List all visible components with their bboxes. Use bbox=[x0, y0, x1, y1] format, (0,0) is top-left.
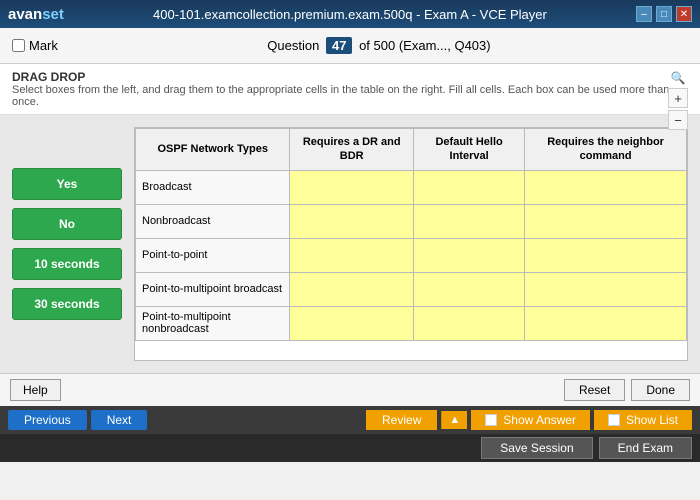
col-header-dr-bdr: Requires a DR and BDR bbox=[290, 129, 414, 171]
col-header-neighbor: Requires the neighbor command bbox=[525, 129, 687, 171]
col-header-ospf: OSPF Network Types bbox=[136, 129, 290, 171]
table-row: Point-to-multipoint nonbroadcast bbox=[136, 306, 687, 340]
drag-drop-label: DRAG DROP bbox=[12, 70, 688, 84]
exam-info: (Exam..., Q403) bbox=[399, 38, 491, 53]
mark-checkbox-container[interactable]: Mark bbox=[12, 38, 58, 53]
logo-text-1: avan bbox=[8, 6, 42, 23]
title-bar: avanset 400-101.examcollection.premium.e… bbox=[0, 0, 700, 28]
help-button[interactable]: Help bbox=[10, 379, 61, 401]
drop-cell-ptmpnb-neighbor[interactable] bbox=[525, 306, 687, 340]
done-button[interactable]: Done bbox=[631, 379, 690, 401]
drag-drop-description: Select boxes from the left, and drag the… bbox=[12, 84, 688, 108]
review-button[interactable]: Review bbox=[366, 410, 437, 430]
row-label-broadcast: Broadcast bbox=[136, 170, 290, 204]
drag-box-10seconds[interactable]: 10 seconds bbox=[12, 248, 122, 280]
drag-box-no[interactable]: No bbox=[12, 208, 122, 240]
close-button[interactable]: ✕ bbox=[676, 6, 692, 22]
window-title: 400-101.examcollection.premium.exam.500q… bbox=[153, 7, 547, 22]
minimize-button[interactable]: – bbox=[636, 6, 652, 22]
table-row: Broadcast bbox=[136, 170, 687, 204]
show-answer-checkbox bbox=[485, 414, 497, 426]
drag-box-30seconds[interactable]: 30 seconds bbox=[12, 288, 122, 320]
reset-button[interactable]: Reset bbox=[564, 379, 625, 401]
row-label-ptmp-nonbroadcast: Point-to-multipoint nonbroadcast bbox=[136, 306, 290, 340]
table-row: Nonbroadcast bbox=[136, 204, 687, 238]
end-exam-button[interactable]: End Exam bbox=[599, 437, 692, 459]
drag-box-yes[interactable]: Yes bbox=[12, 168, 122, 200]
search-icon[interactable]: 🔍 bbox=[668, 70, 688, 86]
next-button[interactable]: Next bbox=[91, 410, 148, 430]
zoom-controls[interactable]: 🔍 + − bbox=[668, 70, 688, 130]
drop-cell-nonbroadcast-dr[interactable] bbox=[290, 204, 414, 238]
table-row: Point-to-point bbox=[136, 238, 687, 272]
logo-text-2: set bbox=[42, 6, 64, 23]
drop-cell-ptmpnb-dr[interactable] bbox=[290, 306, 414, 340]
header-row: Mark Question 47 of 500 (Exam..., Q403) bbox=[0, 28, 700, 64]
show-list-label: Show List bbox=[626, 413, 678, 427]
drop-cell-ptmpnb-hello[interactable] bbox=[414, 306, 525, 340]
nav-bar: Previous Next Review ▲ Show Answer Show … bbox=[0, 406, 700, 434]
drop-cell-ptp-dr[interactable] bbox=[290, 238, 414, 272]
right-buttons: Reset Done bbox=[564, 379, 690, 401]
drag-boxes-panel: Yes No 10 seconds 30 seconds bbox=[12, 127, 122, 361]
drop-cell-ptmpb-dr[interactable] bbox=[290, 272, 414, 306]
main-content: Yes No 10 seconds 30 seconds OSPF Networ… bbox=[0, 115, 700, 373]
app-logo: avanset bbox=[8, 6, 64, 23]
window-controls[interactable]: – □ ✕ bbox=[636, 6, 692, 22]
drop-cell-ptmpb-hello[interactable] bbox=[414, 272, 525, 306]
drop-cell-nonbroadcast-hello[interactable] bbox=[414, 204, 525, 238]
drag-table: OSPF Network Types Requires a DR and BDR… bbox=[135, 128, 687, 341]
maximize-button[interactable]: □ bbox=[656, 6, 672, 22]
show-list-button[interactable]: Show List bbox=[594, 410, 692, 430]
question-label: Question bbox=[267, 38, 319, 53]
zoom-in-button[interactable]: + bbox=[668, 88, 688, 108]
save-session-button[interactable]: Save Session bbox=[481, 437, 592, 459]
drop-cell-nonbroadcast-neighbor[interactable] bbox=[525, 204, 687, 238]
previous-button[interactable]: Previous bbox=[8, 410, 87, 430]
zoom-out-button[interactable]: − bbox=[668, 110, 688, 130]
mark-checkbox[interactable] bbox=[12, 39, 25, 52]
show-list-checkbox bbox=[608, 414, 620, 426]
drop-cell-ptmpb-neighbor[interactable] bbox=[525, 272, 687, 306]
instruction-area: DRAG DROP Select boxes from the left, an… bbox=[0, 64, 700, 115]
drop-cell-broadcast-dr[interactable] bbox=[290, 170, 414, 204]
review-arrow-button[interactable]: ▲ bbox=[441, 411, 467, 429]
show-answer-button[interactable]: Show Answer bbox=[471, 410, 590, 430]
row-label-point-to-point: Point-to-point bbox=[136, 238, 290, 272]
drop-cell-broadcast-neighbor[interactable] bbox=[525, 170, 687, 204]
question-number: 47 bbox=[326, 37, 352, 54]
mark-label: Mark bbox=[29, 38, 58, 53]
row-label-ptmp-broadcast: Point-to-multipoint broadcast bbox=[136, 272, 290, 306]
drag-table-wrapper: OSPF Network Types Requires a DR and BDR… bbox=[134, 127, 688, 361]
drop-cell-broadcast-hello[interactable] bbox=[414, 170, 525, 204]
bottom-controls: Help Reset Done bbox=[0, 373, 700, 406]
row-label-nonbroadcast: Nonbroadcast bbox=[136, 204, 290, 238]
footer-bar: Save Session End Exam bbox=[0, 434, 700, 462]
drop-cell-ptp-neighbor[interactable] bbox=[525, 238, 687, 272]
show-answer-label: Show Answer bbox=[503, 413, 576, 427]
question-total: of 500 bbox=[359, 38, 395, 53]
col-header-hello: Default Hello Interval bbox=[414, 129, 525, 171]
drop-cell-ptp-hello[interactable] bbox=[414, 238, 525, 272]
table-row: Point-to-multipoint broadcast bbox=[136, 272, 687, 306]
question-info: Question 47 of 500 (Exam..., Q403) bbox=[70, 37, 688, 54]
